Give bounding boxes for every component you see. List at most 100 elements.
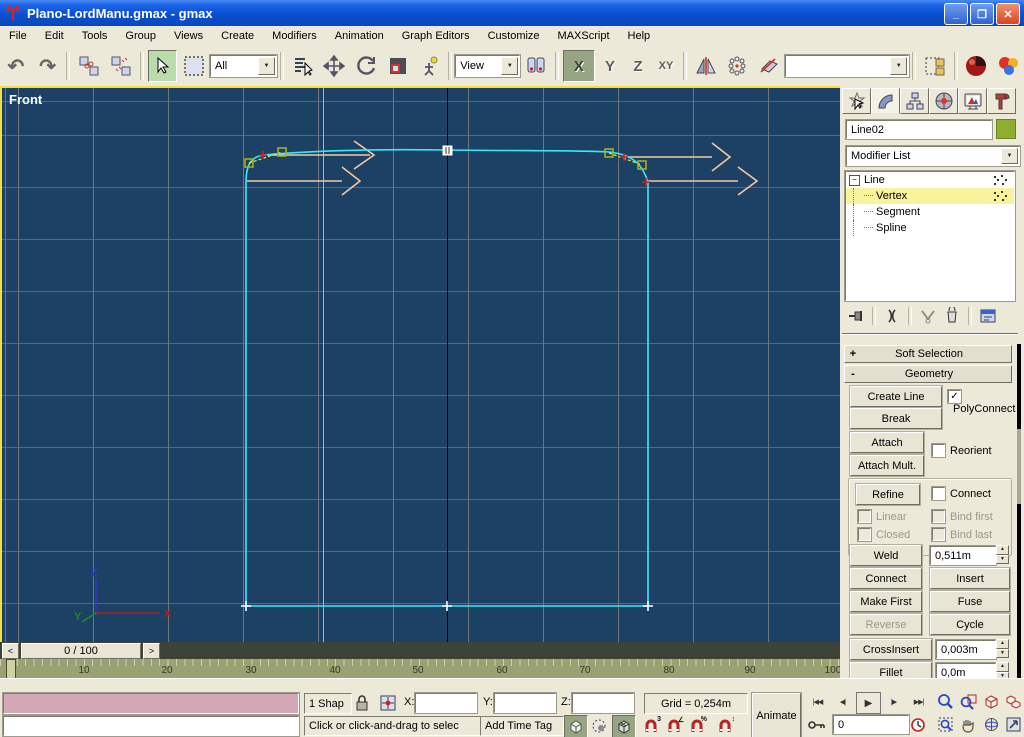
crossinsert-field[interactable]: 0,003m [936, 640, 996, 659]
align-button[interactable] [754, 50, 784, 82]
shade-toggle-button[interactable] [564, 715, 588, 737]
attach-button[interactable]: Attach [850, 432, 924, 453]
selection-lock-button[interactable] [351, 692, 373, 713]
play-button[interactable]: ▶ [856, 692, 881, 714]
polyconnect-checkbox[interactable]: ✓PolyConnect [948, 390, 1024, 415]
menu-views[interactable]: Views [165, 28, 212, 44]
tab-hierarchy[interactable] [900, 88, 929, 114]
weld-threshold-field[interactable]: 0,511m [930, 546, 996, 565]
menu-maxscript[interactable]: MAXScript [549, 28, 619, 44]
absolute-mode-button[interactable] [377, 692, 399, 713]
bind-last-checkbox[interactable]: Bind last [932, 528, 992, 541]
selected-vertex-marker[interactable] [443, 146, 452, 155]
region-zoom-button[interactable] [934, 714, 956, 735]
previous-frame-button[interactable]: ◀| [831, 692, 854, 712]
named-selection-dropdown[interactable]: ▼ [785, 55, 909, 77]
select-by-name-button[interactable] [288, 50, 318, 82]
go-to-start-button[interactable]: |◀◀ [806, 692, 829, 712]
crossinsert-spinner[interactable]: ▲▼ [996, 639, 1009, 658]
selection-filter-dropdown[interactable]: All ▼ [210, 55, 277, 77]
chevron-down-icon[interactable]: ▼ [890, 57, 907, 75]
chevron-down-icon[interactable]: ▼ [258, 57, 275, 75]
connect-button[interactable]: Connect [850, 568, 922, 589]
insert-button[interactable]: Insert [930, 568, 1010, 589]
cycle-button[interactable]: Cycle [930, 614, 1010, 635]
collapse-icon[interactable]: − [849, 175, 860, 186]
make-unique-button[interactable] [916, 306, 940, 326]
closed-checkbox[interactable]: Closed [858, 528, 910, 541]
time-slider-track[interactable]: < 0 / 100 > [0, 642, 840, 659]
key-mode-button[interactable] [806, 714, 828, 735]
crossinsert-button[interactable]: CrossInsert [850, 639, 932, 660]
select-object-button[interactable] [148, 50, 178, 82]
tab-motion[interactable] [929, 88, 958, 114]
show-end-result-button[interactable] [880, 306, 904, 326]
stack-item-vertex[interactable]: Vertex [846, 188, 1014, 204]
viewport-front[interactable]: Z X Y Front [0, 86, 842, 644]
selection-region-button[interactable] [179, 50, 209, 82]
menu-graph-editors[interactable]: Graph Editors [393, 28, 479, 44]
use-pivot-center-button[interactable] [521, 50, 551, 82]
x-coordinate-field[interactable] [415, 693, 477, 713]
next-frame-button[interactable]: |▶ [882, 692, 905, 712]
edit-named-selections-button[interactable] [920, 50, 950, 82]
angle-snap-button[interactable]: ∠ [663, 715, 685, 736]
weld-spinner[interactable]: ▲▼ [996, 545, 1009, 564]
create-line-button[interactable]: Create Line [850, 386, 942, 407]
menu-modifiers[interactable]: Modifiers [263, 28, 326, 44]
dotted-sphere-button[interactable] [588, 715, 610, 736]
tab-modify[interactable] [871, 88, 900, 114]
zoom-button[interactable] [934, 691, 956, 712]
select-and-manipulate-button[interactable] [415, 50, 445, 82]
percent-snap-button[interactable]: % [686, 715, 708, 736]
tab-utilities[interactable] [987, 88, 1016, 114]
pin-stack-button[interactable] [844, 306, 868, 326]
bind-first-checkbox[interactable]: Bind first [932, 510, 993, 523]
select-and-link-button[interactable] [74, 50, 104, 82]
remove-modifier-button[interactable] [940, 306, 964, 326]
viewport-canvas[interactable]: Z X Y Front [2, 88, 840, 642]
listener-line[interactable] [3, 716, 299, 736]
chevron-down-icon[interactable]: ▼ [501, 57, 518, 75]
prev-frame-slider-button[interactable]: < [2, 643, 19, 659]
arc-rotate-button[interactable] [980, 714, 1002, 735]
time-configuration-button[interactable] [908, 714, 928, 735]
panel-scrollbar[interactable] [1017, 344, 1021, 689]
snap-toggle-3d-button[interactable]: 3 [640, 715, 662, 736]
array-button[interactable] [723, 50, 753, 82]
redo-button[interactable]: ↷ [33, 50, 63, 82]
viewport-label[interactable]: Front [9, 92, 42, 107]
menu-create[interactable]: Create [212, 28, 263, 44]
coord-system-dropdown[interactable]: View ▼ [455, 55, 520, 77]
rollout-geometry[interactable]: - Geometry [844, 365, 1012, 383]
undo-button[interactable]: ↶ [1, 50, 31, 82]
minimize-button[interactable]: _ [944, 3, 968, 25]
tab-create[interactable] [842, 88, 871, 114]
zoom-extents-all-button[interactable] [1002, 691, 1024, 712]
unlink-selection-button[interactable] [106, 50, 136, 82]
track-bar[interactable]: 10 20 30 40 50 60 70 80 90 100 [0, 659, 840, 679]
go-to-end-button[interactable]: ▶▶| [907, 692, 930, 712]
reverse-button[interactable]: Reverse [850, 614, 922, 635]
restore-button[interactable]: ❐ [970, 3, 994, 25]
zoom-all-button[interactable] [957, 691, 979, 712]
menu-customize[interactable]: Customize [479, 28, 549, 44]
mirror-button[interactable] [691, 50, 721, 82]
break-button[interactable]: Break [850, 408, 942, 429]
material-editor-button[interactable] [962, 50, 992, 82]
make-first-button[interactable]: Make First [850, 591, 922, 612]
select-and-rotate-button[interactable] [351, 50, 381, 82]
stack-item-segment[interactable]: Segment [846, 204, 1014, 220]
menu-edit[interactable]: Edit [36, 28, 73, 44]
menu-group[interactable]: Group [116, 28, 165, 44]
pan-button[interactable] [957, 714, 979, 735]
weld-button[interactable]: Weld [850, 545, 922, 566]
connect-checkbox[interactable]: Connect [932, 487, 991, 500]
tab-display[interactable] [958, 88, 987, 114]
animate-button[interactable]: Animate [752, 693, 801, 737]
linear-checkbox[interactable]: Linear [858, 510, 907, 523]
restrict-y-button[interactable]: Y [598, 52, 622, 80]
attach-mult-button[interactable]: Attach Mult. [850, 455, 924, 476]
object-color-swatch[interactable] [996, 119, 1016, 139]
title-bar[interactable]: Plano-LordManu.gmax - gmax _ ❐ ✕ [0, 0, 1024, 26]
